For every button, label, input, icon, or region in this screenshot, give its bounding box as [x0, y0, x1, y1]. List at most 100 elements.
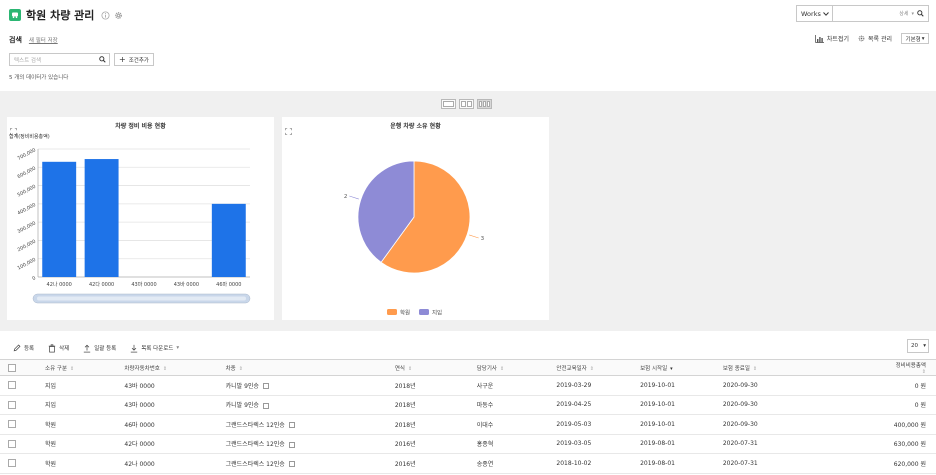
- col-insurance-end[interactable]: 보험 종료일 ⇕: [722, 359, 894, 376]
- select-all-checkbox[interactable]: [8, 363, 16, 372]
- row-checkbox[interactable]: [8, 420, 16, 429]
- cell-text[interactable]: 그랜드스타렉스 12인승: [226, 461, 285, 468]
- col-driver-label: 담당기사: [476, 365, 497, 372]
- table-toolbar: 등록 삭제 일괄 등록 목록 다운로드 ▾: [0, 338, 936, 358]
- layout-one-column-button[interactable]: [441, 99, 456, 109]
- bar-chart-card: 차량 정비 비용 현황 합계(정비비용총액) 0 100,000 200,000 30…: [7, 117, 274, 320]
- search-icon[interactable]: [99, 56, 106, 63]
- col-insurance-start[interactable]: 보험 시작일 ▾: [640, 359, 723, 376]
- cell-text: 홍종혁: [476, 441, 494, 449]
- legend-label: 지입: [432, 309, 442, 317]
- cell-safety-date: 2019-03-29: [556, 375, 641, 396]
- view-type-select[interactable]: 기본형 ▾: [901, 33, 929, 44]
- add-condition-button[interactable]: + 조건추가: [114, 53, 154, 66]
- col-driver[interactable]: 담당기사 ⇕: [476, 359, 557, 376]
- search-scope-label[interactable]: 상세: [899, 10, 908, 17]
- cell-insurance-end: 2020-09-30: [722, 375, 894, 396]
- layout-two-column-button[interactable]: [459, 99, 474, 109]
- y-tick-label: 600,000: [17, 166, 37, 181]
- view-chevron-icon: ▾: [921, 35, 925, 42]
- open-detail-icon[interactable]: [288, 461, 295, 468]
- cell-text[interactable]: 그랜드스타렉스 12인승: [226, 441, 285, 448]
- list-manage-button[interactable]: 목록 관리: [858, 34, 892, 43]
- search-row: 검색 새 필터 저장: [9, 35, 58, 45]
- legend-swatch: [419, 309, 429, 315]
- header-right: Works 상세 ▾: [796, 5, 929, 22]
- per-page-select[interactable]: 20 ▾: [907, 339, 929, 353]
- row-checkbox[interactable]: [8, 439, 16, 448]
- cell-text: 2019-03-29: [556, 381, 592, 389]
- open-detail-icon[interactable]: [288, 441, 295, 448]
- cell-text: 학원: [45, 460, 57, 468]
- col-total-cost[interactable]: 정비비용총액⇕: [893, 359, 936, 376]
- col-plate[interactable]: 차량자동차번호 ⇕: [124, 359, 226, 376]
- cell-text: 이대수: [476, 421, 494, 429]
- sort-desc-icon[interactable]: ▾: [670, 366, 673, 372]
- bulk-register-label: 일괄 등록: [94, 346, 117, 352]
- chart-collapse-button[interactable]: 차트접기: [815, 34, 849, 43]
- col-year[interactable]: 연식 ⇕: [394, 359, 477, 376]
- bar: [211, 203, 246, 277]
- row-checkbox[interactable]: [8, 381, 16, 390]
- works-select[interactable]: Works: [796, 5, 833, 22]
- cell-driver: 홍종혁: [476, 434, 557, 454]
- row-checkbox[interactable]: [8, 400, 16, 409]
- list-download-button[interactable]: 목록 다운로드 ▾: [130, 344, 179, 353]
- cell-text: 2020-07-31: [722, 459, 758, 467]
- table-row[interactable]: 학원 42다 0000 그랜드스타렉스 12인승 2016년 홍종혁 2019-03-05…: [0, 434, 936, 454]
- text-search-input[interactable]: 텍스트 검색: [9, 53, 110, 66]
- cell-text: 2018년: [394, 421, 416, 429]
- open-detail-icon[interactable]: [288, 422, 295, 429]
- gear-icon[interactable]: [114, 11, 123, 20]
- cell-text: 지입: [45, 402, 57, 410]
- cell-text: 2020-09-30: [722, 420, 758, 428]
- cell-text[interactable]: 카니발 9인승: [226, 383, 259, 390]
- cell-text[interactable]: 카니발 9인승: [226, 402, 259, 409]
- bulk-register-button[interactable]: 일괄 등록: [83, 344, 116, 353]
- table-row[interactable]: 학원 42나 0000 그랜드스타렉스 12인승 2016년 송종연 2018-10-02…: [0, 453, 936, 474]
- col-model[interactable]: 차종 ⇕: [225, 359, 395, 376]
- top-search-input[interactable]: 상세 ▾: [833, 5, 929, 22]
- slice-value-label: 2: [344, 194, 348, 200]
- sort-icon[interactable]: ⇕: [590, 366, 594, 372]
- cell-text: 2019-10-01: [640, 381, 675, 389]
- cell-model: 카니발 9인승: [225, 395, 395, 415]
- cell-insurance-end: 2020-07-31: [722, 453, 894, 474]
- save-filter-link[interactable]: 새 필터 저장: [29, 36, 58, 44]
- table-row[interactable]: 지입 43바 0000 카니발 9인승 2018년 사구운 2019-03-29 2019-…: [0, 375, 936, 396]
- cell-plate: 42나 0000: [124, 453, 226, 474]
- col-insurance-start-label: 보험 시작일: [640, 365, 668, 372]
- col-owner[interactable]: 소유 구분 ⇕: [45, 359, 125, 376]
- info-icon[interactable]: [101, 10, 110, 20]
- toolbar-right: 차트접기 목록 관리 기본형 ▾: [815, 33, 929, 44]
- sort-icon[interactable]: ⇕: [500, 366, 504, 372]
- cell-text[interactable]: 그랜드스타렉스 12인승: [226, 422, 285, 429]
- register-button[interactable]: 등록: [13, 344, 34, 352]
- bar-chart-icon: [815, 34, 824, 43]
- search-icon[interactable]: [917, 10, 924, 17]
- sort-icon[interactable]: ⇕: [753, 366, 757, 372]
- cell-text: 620,000 원: [893, 460, 926, 468]
- table-row[interactable]: 학원 46마 0000 그랜드스타렉스 12인승 2018년 이대수 2019-05-03…: [0, 414, 936, 435]
- sort-icon[interactable]: ⇕: [70, 366, 74, 372]
- sort-icon[interactable]: ⇕: [239, 366, 243, 372]
- cell-text: 사구운: [476, 382, 494, 390]
- open-detail-icon[interactable]: [262, 383, 269, 390]
- cell-text: 2018년: [394, 382, 416, 390]
- cell-text: 43마 0000: [124, 402, 155, 410]
- row-checkbox[interactable]: [8, 459, 16, 468]
- cell-year: 2016년: [394, 453, 477, 474]
- col-safety-date[interactable]: 안전교육일자 ⇕: [556, 359, 641, 376]
- delete-button[interactable]: 삭제: [48, 343, 69, 353]
- table-row[interactable]: 지입 43마 0000 카니발 9인승 2018년 마동수 2019-04-25 2019-…: [0, 395, 936, 415]
- slice-label-line: [349, 195, 359, 200]
- cell-text: 2019-10-01: [640, 420, 675, 428]
- cell-insurance-start: 2019-10-01: [640, 414, 723, 435]
- pie-chart: 3 2 학원 지입: [344, 160, 485, 317]
- layout-three-column-button[interactable]: [477, 99, 492, 109]
- trash-icon: [48, 343, 56, 352]
- sort-icon[interactable]: ⇕: [922, 369, 926, 375]
- open-detail-icon[interactable]: [262, 402, 269, 409]
- sort-icon[interactable]: ⇕: [163, 366, 167, 372]
- sort-icon[interactable]: ⇕: [408, 366, 412, 372]
